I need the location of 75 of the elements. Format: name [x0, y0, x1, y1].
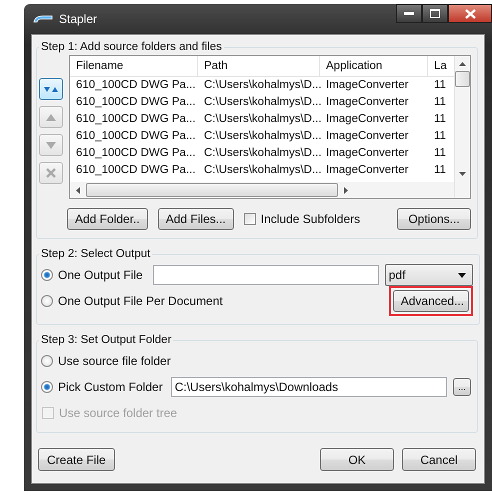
table-cell-text: C:\Users\kohalmys\D...: [203, 78, 320, 93]
table-cell-text: 610_100CD DWG Pa...: [75, 112, 197, 127]
column-header[interactable]: Filename: [70, 56, 198, 76]
table-cell-text: C:\Users\kohalmys\D...: [203, 129, 320, 144]
table-cell-text: 11: [433, 163, 447, 178]
advanced-button[interactable]: Advanced...: [392, 290, 469, 312]
radio-label: Pick Custom Folder: [58, 380, 163, 394]
vertical-scrollbar[interactable]: [454, 56, 470, 198]
table-cell-text: C:\Users\kohalmys\D...: [203, 163, 320, 178]
table-cell-text: ImageConverter: [325, 95, 410, 110]
scroll-up-icon: [459, 62, 466, 66]
scroll-down-icon: [459, 172, 466, 176]
table-cell-text: ImageConverter: [325, 78, 410, 93]
minimize-button[interactable]: [396, 4, 422, 23]
column-header[interactable]: La: [428, 56, 450, 76]
radio-button[interactable]: [41, 381, 53, 393]
table-cell-text: ImageConverter: [325, 146, 410, 161]
scroll-left-icon: [76, 186, 80, 194]
radio-label: Use source file folder: [58, 354, 171, 368]
app-icon: [33, 14, 53, 24]
add-files-button[interactable]: Add Files...: [158, 208, 234, 230]
folder-path-field[interactable]: C:\Users\kohalmys\Downloads: [170, 377, 447, 397]
table-cell-text: ImageConverter: [325, 163, 410, 178]
table-cell-text: 11: [433, 146, 447, 161]
up-down-arrows-icon: [44, 86, 58, 92]
column-header[interactable]: Application: [320, 56, 428, 76]
move-button[interactable]: [39, 78, 63, 100]
column-header[interactable]: Path: [198, 56, 320, 76]
up-arrow-icon: [46, 114, 56, 120]
window-title: Stapler: [59, 12, 98, 26]
table-cell-text: 610_100CD DWG Pa...: [75, 146, 197, 161]
ok-button[interactable]: OK: [320, 448, 394, 471]
x-icon: [46, 168, 56, 178]
browse-button[interactable]: ...: [453, 378, 471, 396]
group-title: Step 2: Select Output: [40, 248, 152, 260]
table-cell-text: 11: [433, 112, 447, 127]
table-cell-text: 11: [433, 95, 447, 110]
horizontal-scrollbar[interactable]: [70, 182, 454, 198]
close-button[interactable]: [448, 4, 492, 23]
table-cell-text: ImageConverter: [325, 129, 410, 144]
scrollbar-thumb[interactable]: [86, 183, 338, 197]
table-cell-text: 11: [433, 78, 447, 93]
checkbox-label: Use source folder tree: [59, 406, 178, 420]
table-cell-text: 610_100CD DWG Pa...: [75, 163, 197, 178]
radio-button[interactable]: [41, 269, 53, 281]
table-cell-text: 610_100CD DWG Pa...: [75, 78, 197, 93]
table-cell-text: 610_100CD DWG Pa...: [75, 95, 197, 110]
output-file-field[interactable]: [152, 265, 379, 285]
table-cell-text: C:\Users\kohalmys\D...: [203, 95, 320, 110]
format-dropdown[interactable]: pdf: [384, 264, 473, 286]
group-title: Step 1: Add source folders and files: [40, 41, 223, 53]
scroll-right-icon: [344, 186, 348, 194]
maximize-icon: [430, 9, 440, 18]
checkbox-label: Include Subfolders: [260, 212, 360, 226]
table-cell-text: 11: [433, 129, 447, 144]
create-file-button[interactable]: Create File: [38, 448, 115, 471]
cancel-button[interactable]: Cancel: [402, 448, 476, 471]
radio-button[interactable]: [41, 295, 53, 307]
scrollbar-thumb[interactable]: [455, 71, 470, 87]
table-cell-text: ImageConverter: [325, 112, 410, 127]
table-cell-text: 610_100CD DWG Pa...: [75, 129, 197, 144]
down-arrow-icon: [46, 142, 56, 148]
table-cell-text: C:\Users\kohalmys\D...: [203, 112, 320, 127]
options-button[interactable]: Options...: [397, 208, 471, 230]
checkbox[interactable]: [244, 213, 256, 225]
dropdown-arrow-icon: [458, 272, 466, 278]
radio-label: One Output File Per Document: [58, 294, 223, 308]
table-cell-text: C:\Users\kohalmys\D...: [203, 146, 320, 161]
add-folder-button[interactable]: Add Folder..: [67, 208, 148, 230]
close-icon: [464, 8, 476, 18]
radio-button[interactable]: [41, 355, 53, 367]
minimize-icon: [404, 12, 414, 16]
maximize-button[interactable]: [422, 4, 448, 23]
group-title: Step 3: Set Output Folder: [40, 334, 172, 346]
radio-label: One Output File: [58, 268, 143, 282]
